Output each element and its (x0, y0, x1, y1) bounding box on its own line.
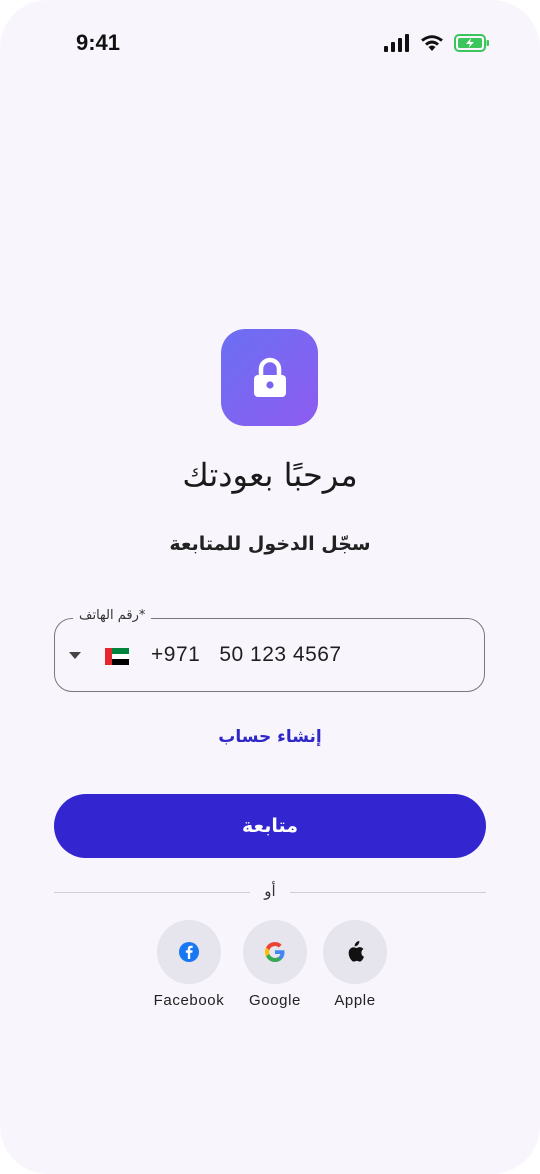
ae-flag-icon[interactable] (105, 648, 129, 666)
lock-badge (221, 329, 318, 426)
screen: 9:41 مرحبًا بعودتك سجّل الدخول للمتابعة … (0, 0, 540, 1174)
status-time: 9:41 (76, 30, 121, 55)
divider-text: أو (264, 882, 276, 900)
apple-label: Apple (334, 992, 376, 1009)
status-bar: 9:41 (0, 30, 540, 58)
divider-left (54, 892, 250, 893)
status-icons (384, 34, 490, 52)
signal-icon (384, 34, 409, 52)
page-title: مرحبًا بعودتك (182, 456, 358, 494)
battery-icon (454, 34, 489, 52)
phone-field-label: *رقم الهاتف (73, 608, 152, 623)
divider-right (290, 892, 486, 893)
phone-number: 50 123 4567 (219, 643, 342, 666)
page-subtitle: سجّل الدخول للمتابعة (169, 533, 371, 555)
create-account-link[interactable]: إنشاء حساب (0, 727, 540, 747)
phone-field[interactable]: *رقم الهاتف +971 50 123 4567 (54, 608, 485, 692)
chevron-down-icon[interactable] (69, 652, 81, 659)
google-button[interactable]: Google (243, 920, 307, 1009)
wifi-icon (421, 35, 443, 51)
google-icon (265, 942, 285, 962)
country-code: +971 (151, 643, 201, 666)
apple-icon (348, 941, 364, 962)
lock-icon (253, 357, 286, 397)
phone-value[interactable]: +971 50 123 4567 (151, 643, 342, 667)
continue-button[interactable]: متابعة (54, 794, 486, 858)
facebook-icon (179, 942, 199, 962)
apple-button[interactable]: Apple (323, 920, 387, 1009)
facebook-button[interactable]: Facebook (154, 920, 224, 1009)
